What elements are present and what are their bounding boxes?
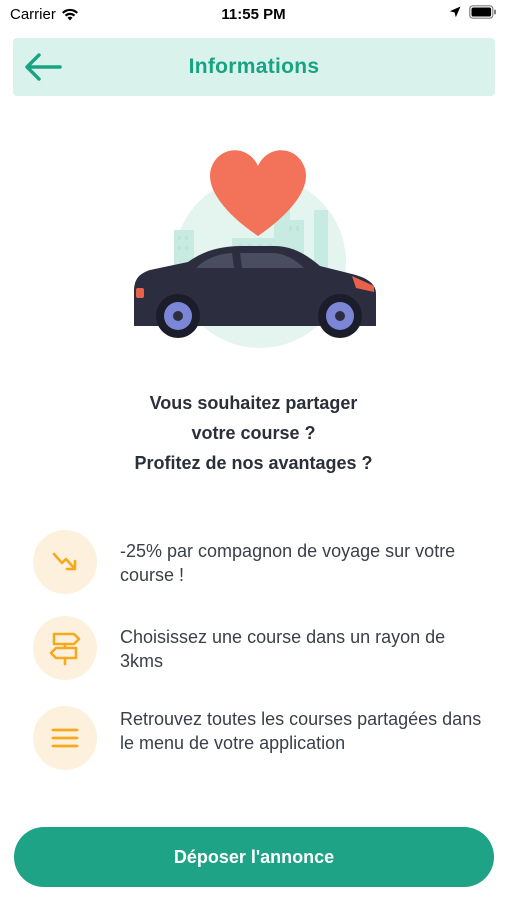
intro-line-3: Profitez de nos avantages ? — [134, 453, 373, 473]
car-share-illustration — [124, 140, 384, 360]
page-title: Informations — [188, 55, 320, 78]
intro-line-2: votre course ? — [191, 423, 316, 443]
status-time: 11:55 PM — [221, 6, 286, 23]
benefit-text: Retrouvez toutes les courses partagées d… — [120, 709, 482, 753]
battery-icon — [469, 5, 496, 19]
benefit-text: -25% par compagnon de voyage sur votre c… — [120, 541, 456, 585]
menu-icon — [51, 728, 79, 748]
post-listing-button[interactable]: Déposer l'annonce — [14, 827, 494, 887]
benefit-item: -25% par compagnon de voyage sur votre c… — [33, 530, 483, 594]
location-arrow-icon — [449, 6, 461, 18]
benefit-item: Retrouvez toutes les courses partagées d… — [33, 706, 483, 770]
trend-down-icon — [52, 552, 77, 571]
intro-line-1: Vous souhaitez partager — [149, 393, 358, 413]
benefit-icon-circle — [33, 706, 97, 770]
status-right — [449, 5, 497, 19]
header-bar: Informations — [13, 38, 495, 96]
benefit-icon-circle — [33, 616, 97, 680]
benefit-text: Choisissez une course dans un rayon de 3… — [120, 627, 446, 671]
intro-text: Vous souhaitez partager votre course ? P… — [60, 388, 447, 478]
benefit-item: Choisissez une course dans un rayon de 3… — [33, 616, 483, 680]
signpost-icon — [49, 632, 81, 666]
status-bar: Carrier 11:55 PM — [0, 0, 507, 28]
benefit-icon-circle — [33, 530, 97, 594]
